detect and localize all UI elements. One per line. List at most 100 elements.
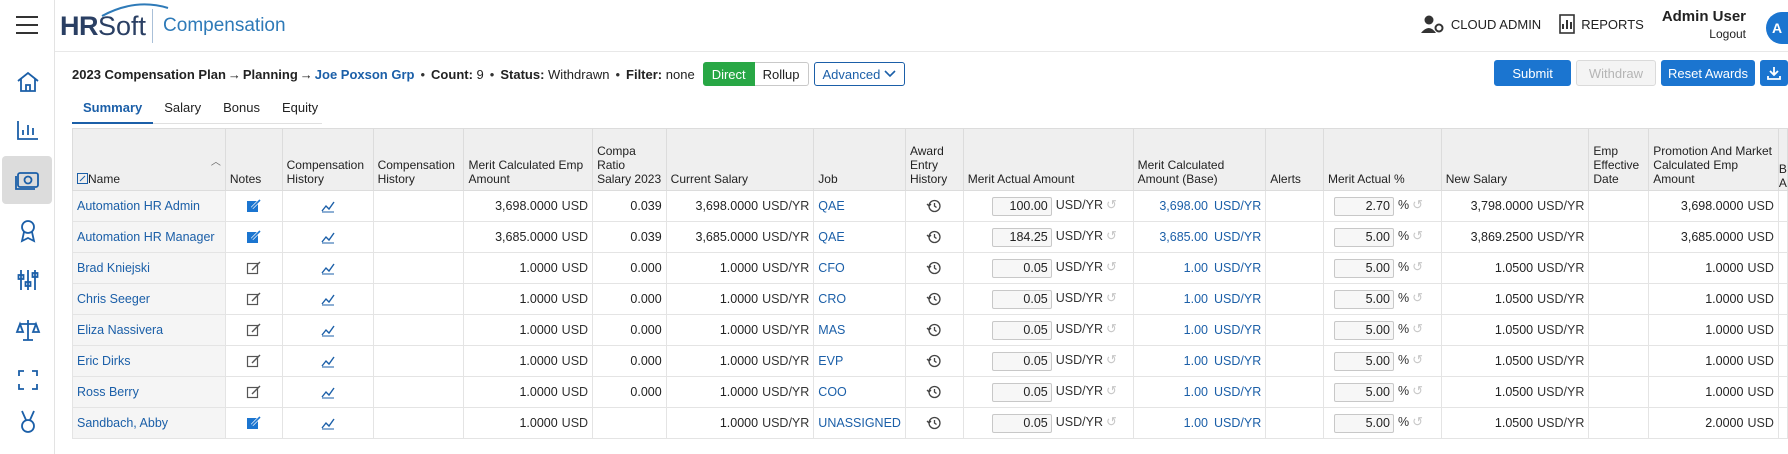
note-edit-icon[interactable] [246,353,262,368]
undo-icon[interactable]: ↺ [1412,259,1423,274]
tab-equity[interactable]: Equity [271,96,329,124]
employee-name-link[interactable]: Brad Kniejski [72,252,226,284]
hrsoft-logo[interactable]: HR Soft Compensation [60,3,286,48]
note-edit-icon[interactable] [246,291,262,306]
merit-base-unit[interactable]: USD/YR [1214,199,1261,213]
trend-chart-icon[interactable] [320,260,336,275]
merit-pct-input[interactable]: 5.00 [1333,413,1394,433]
undo-icon[interactable]: ↺ [1106,259,1117,274]
trend-chart-icon[interactable] [320,322,336,337]
sliders-icon[interactable] [14,266,42,294]
undo-icon[interactable]: ↺ [1412,352,1423,367]
merit-actual-input[interactable]: 0.05 [991,289,1052,309]
employee-name-link[interactable]: Chris Seeger [72,283,226,315]
undo-icon[interactable]: ↺ [1106,321,1117,336]
merit-pct-input[interactable]: 5.00 [1333,289,1394,309]
undo-icon[interactable]: ↺ [1412,197,1423,212]
trend-chart-icon[interactable] [320,198,336,213]
merit-actual-input[interactable]: 100.00 [991,196,1052,216]
menu-icon[interactable] [16,16,38,40]
trend-chart-icon[interactable] [320,353,336,368]
note-edit-icon[interactable] [246,384,262,399]
col-merit-calc[interactable]: Merit Calculated Emp Amount [463,128,594,191]
col-job[interactable]: Job [813,128,906,191]
job-link[interactable]: CFO [813,252,906,284]
merit-pct-input[interactable]: 5.00 [1333,258,1394,278]
undo-icon[interactable]: ↺ [1106,197,1117,212]
note-filled-icon[interactable] [246,415,262,429]
chart-icon[interactable] [14,116,42,144]
employee-name-link[interactable]: Sandbach, Abby [72,407,226,439]
note-filled-icon[interactable] [246,198,262,212]
history-icon[interactable] [926,229,942,244]
merit-pct-input[interactable]: 5.00 [1333,227,1394,247]
employee-name-link[interactable]: Eric Dirks [72,345,226,377]
merit-base-unit[interactable]: USD/YR [1214,230,1261,244]
history-icon[interactable] [926,384,942,399]
download-button[interactable] [1760,60,1788,86]
col-emp-effective[interactable]: Emp Effective Date [1588,128,1650,191]
col-current-salary[interactable]: Current Salary [665,128,815,191]
col-promo-market[interactable]: Promotion And Market Calculated Emp Amou… [1648,128,1779,191]
col-award-history[interactable]: Award Entry History [904,128,964,191]
col-merit-calc-base[interactable]: Merit Calculated Amount (Base) [1132,128,1267,191]
undo-icon[interactable]: ↺ [1106,228,1117,243]
logout-link[interactable]: Logout [1662,27,1746,41]
merit-base-value[interactable]: 1.00 [1184,323,1208,337]
merit-pct-input[interactable]: 5.00 [1333,351,1394,371]
col-truncated[interactable]: B A [1777,128,1788,191]
job-link[interactable]: QAE [813,190,906,222]
merit-base-value[interactable]: 1.00 [1184,261,1208,275]
merit-base-unit[interactable]: USD/YR [1214,385,1261,399]
merit-pct-input[interactable]: 5.00 [1333,382,1394,402]
merit-base-unit[interactable]: USD/YR [1214,261,1261,275]
job-link[interactable]: MAS [813,314,906,346]
medal-icon[interactable] [14,408,42,436]
award-icon[interactable] [14,216,42,244]
history-icon[interactable] [926,291,942,306]
job-link[interactable]: QAE [813,221,906,253]
merit-actual-input[interactable]: 0.05 [991,258,1052,278]
undo-icon[interactable]: ↺ [1106,414,1117,429]
history-icon[interactable] [926,415,942,430]
col-comp-history-1[interactable]: Compensation History [281,128,374,191]
undo-icon[interactable]: ↺ [1106,383,1117,398]
undo-icon[interactable]: ↺ [1412,383,1423,398]
money-icon[interactable] [14,166,42,194]
col-alerts[interactable]: Alerts [1265,128,1324,191]
history-icon[interactable] [926,198,942,213]
rollup-button[interactable]: Rollup [754,62,809,86]
employee-name-link[interactable]: Automation HR Admin [72,190,226,222]
job-link[interactable]: COO [813,376,906,408]
merit-base-unit[interactable]: USD/YR [1214,416,1261,430]
scale-icon[interactable] [14,316,42,344]
direct-button[interactable]: Direct [702,62,755,86]
merit-base-value[interactable]: 3,698.00 [1159,199,1208,213]
merit-actual-input[interactable]: 0.05 [991,351,1052,371]
col-name[interactable]: Name ︿ [72,128,226,191]
note-edit-icon[interactable] [246,260,262,275]
employee-name-link[interactable]: Ross Berry [72,376,226,408]
merit-pct-input[interactable]: 5.00 [1333,320,1394,340]
trend-chart-icon[interactable] [320,291,336,306]
undo-icon[interactable]: ↺ [1412,290,1423,305]
merit-base-value[interactable]: 1.00 [1184,416,1208,430]
col-comp-history-2[interactable]: Compensation History [372,128,465,191]
merit-base-value[interactable]: 1.00 [1184,354,1208,368]
undo-icon[interactable]: ↺ [1412,228,1423,243]
tab-bonus[interactable]: Bonus [212,96,271,124]
job-link[interactable]: CRO [813,283,906,315]
undo-icon[interactable]: ↺ [1412,321,1423,336]
col-new-salary[interactable]: New Salary [1440,128,1590,191]
merit-actual-input[interactable]: 0.05 [991,413,1052,433]
expand-icon[interactable] [14,366,42,394]
submit-button[interactable]: Submit [1494,60,1571,86]
col-compa-ratio[interactable]: Compa Ratio Salary 2023 [592,128,667,191]
trend-chart-icon[interactable] [320,415,336,430]
advanced-dropdown[interactable]: Advanced [813,62,906,86]
undo-icon[interactable]: ↺ [1106,290,1117,305]
merit-base-unit[interactable]: USD/YR [1214,354,1261,368]
merit-base-value[interactable]: 3,685.00 [1159,230,1208,244]
withdraw-button[interactable]: Withdraw [1575,60,1657,86]
history-icon[interactable] [926,322,942,337]
